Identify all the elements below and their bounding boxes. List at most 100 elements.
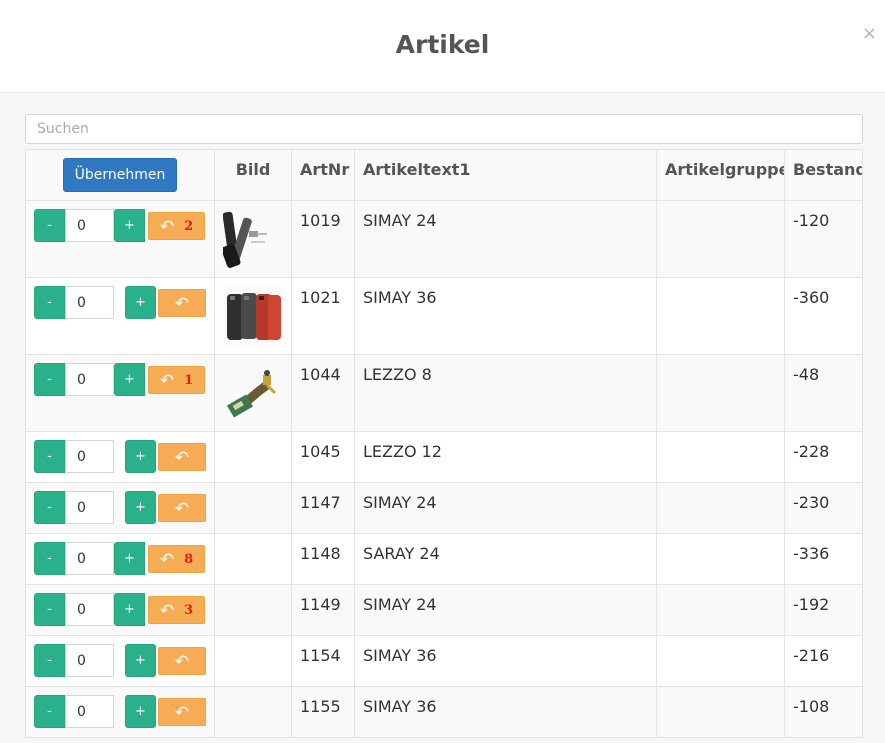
- column-header-artikeltext1[interactable]: Artikeltext1: [354, 149, 657, 201]
- product-image: [223, 363, 283, 423]
- artikeltext-cell: SIMAY 24: [354, 482, 657, 534]
- artikelgruppe-cell: [656, 354, 785, 432]
- artikeltext-cell: LEZZO 8: [354, 354, 657, 432]
- modal-title: Artikel: [395, 30, 490, 59]
- quantity-input[interactable]: [65, 209, 114, 242]
- bestand-cell: -120: [784, 200, 863, 278]
- increment-button[interactable]: +: [125, 286, 156, 319]
- bestand-cell: -48: [784, 354, 863, 432]
- quantity-input[interactable]: [65, 440, 114, 473]
- artikeltext-cell: LEZZO 12: [354, 431, 657, 483]
- table-row[interactable]: - +↶8 1148SARAY 24 -336: [25, 533, 863, 585]
- decrement-button[interactable]: -: [34, 286, 65, 319]
- increment-button[interactable]: +: [114, 593, 145, 626]
- return-count: 3: [184, 602, 194, 618]
- quantity-input[interactable]: [65, 363, 114, 396]
- artnr-cell: 1045: [291, 431, 355, 483]
- decrement-button[interactable]: -: [34, 644, 65, 677]
- artikeltext-cell: SIMAY 24: [354, 584, 657, 636]
- table-row[interactable]: -+↶2 1019SIMAY 24-120: [25, 200, 863, 278]
- bestand-cell: -192: [784, 584, 863, 636]
- quantity-input[interactable]: [65, 593, 114, 626]
- quantity-input[interactable]: [65, 286, 114, 319]
- table-header-row: Übernehmen Bild ArtNr Artikeltext1 Artik…: [25, 149, 863, 201]
- return-button[interactable]: ↶: [158, 647, 206, 675]
- quantity-controls-cell: - +↶1: [25, 354, 215, 432]
- image-cell: [214, 533, 292, 585]
- decrement-button[interactable]: -: [34, 593, 65, 626]
- artnr-cell: 1147: [291, 482, 355, 534]
- return-count: 2: [184, 218, 194, 234]
- return-button[interactable]: ↶ 3: [148, 596, 205, 624]
- artnr-cell: 1148: [291, 533, 355, 585]
- table-row[interactable]: - + ↶ 1045LEZZO 12 -228: [25, 431, 863, 483]
- artikelgruppe-cell: [656, 686, 785, 738]
- increment-button[interactable]: +: [125, 491, 156, 524]
- increment-button[interactable]: +: [125, 644, 156, 677]
- close-icon[interactable]: ×: [862, 24, 877, 44]
- artnr-cell: 1149: [291, 584, 355, 636]
- table-row[interactable]: -+↶1 1044LEZZO 8-48: [25, 354, 863, 432]
- return-button[interactable]: ↶ 2: [148, 212, 205, 240]
- artikeltext-cell: SIMAY 36: [354, 635, 657, 687]
- increment-button[interactable]: +: [114, 209, 145, 242]
- artikeltext-cell: SIMAY 24: [354, 200, 657, 278]
- table-row[interactable]: - + ↶ 1021SIMAY 36 -360: [25, 277, 863, 355]
- increment-button[interactable]: +: [114, 363, 145, 396]
- artikeltext-cell: SARAY 24: [354, 533, 657, 585]
- undo-icon: ↶: [159, 549, 175, 569]
- bestand-cell: -336: [784, 533, 863, 585]
- increment-button[interactable]: +: [125, 440, 156, 473]
- image-cell: [214, 584, 292, 636]
- quantity-input[interactable]: [65, 542, 114, 575]
- ubernehmen-button[interactable]: Übernehmen: [63, 158, 177, 192]
- decrement-button[interactable]: -: [34, 542, 65, 575]
- modal-body: Übernehmen Bild ArtNr Artikeltext1 Artik…: [0, 93, 885, 743]
- quantity-input[interactable]: [65, 491, 114, 524]
- undo-icon: ↶: [159, 216, 175, 236]
- quantity-input[interactable]: [65, 695, 114, 728]
- artikeltext-cell: SIMAY 36: [354, 686, 657, 738]
- undo-icon: ↶: [159, 600, 175, 620]
- decrement-button[interactable]: -: [34, 209, 65, 242]
- increment-button[interactable]: +: [125, 695, 156, 728]
- decrement-button[interactable]: -: [34, 491, 65, 524]
- column-header-bild[interactable]: Bild: [214, 149, 292, 201]
- product-image: [223, 286, 283, 346]
- table-row[interactable]: - + ↶ 1155SIMAY 36 -108: [25, 686, 863, 738]
- artikelgruppe-cell: [656, 431, 785, 483]
- column-header-artnr[interactable]: ArtNr: [291, 149, 355, 201]
- undo-icon: ↶: [174, 447, 190, 467]
- return-button[interactable]: ↶: [158, 494, 206, 522]
- artikelgruppe-cell: [656, 533, 785, 585]
- article-table: Übernehmen Bild ArtNr Artikeltext1 Artik…: [25, 149, 863, 738]
- product-image: [223, 209, 283, 269]
- quantity-input[interactable]: [65, 644, 114, 677]
- return-button[interactable]: ↶ 8: [148, 545, 205, 573]
- return-button[interactable]: ↶ 1: [148, 366, 205, 394]
- return-button[interactable]: ↶: [158, 698, 206, 726]
- table-row[interactable]: -+↶31149SIMAY 24-192: [25, 584, 863, 636]
- table-row[interactable]: - + ↶ 1154SIMAY 36 -216: [25, 635, 863, 687]
- artikelgruppe-cell: [656, 635, 785, 687]
- column-header-bestand[interactable]: Bestand: [784, 149, 863, 201]
- increment-button[interactable]: +: [114, 542, 145, 575]
- artikelgruppe-cell: [656, 482, 785, 534]
- return-button[interactable]: ↶: [158, 443, 206, 471]
- quantity-controls-cell: - +↶8: [25, 533, 215, 585]
- decrement-button[interactable]: -: [34, 440, 65, 473]
- undo-icon: ↶: [174, 651, 190, 671]
- table-row[interactable]: - + ↶ 1147SIMAY 24 -230: [25, 482, 863, 534]
- quantity-controls-cell: - + ↶: [25, 635, 215, 687]
- decrement-button[interactable]: -: [34, 363, 65, 396]
- quantity-controls-cell: - + ↶: [25, 431, 215, 483]
- decrement-button[interactable]: -: [34, 695, 65, 728]
- quantity-controls-cell: -+↶2: [25, 200, 215, 278]
- undo-icon: ↶: [159, 370, 175, 390]
- return-button[interactable]: ↶: [158, 289, 206, 317]
- quantity-controls-cell: - + ↶: [25, 482, 215, 534]
- search-input[interactable]: [25, 114, 863, 144]
- column-header-artikelgruppe[interactable]: Artikelgruppe: [656, 149, 785, 201]
- quantity-controls-cell: - + ↶: [25, 277, 215, 355]
- image-cell: [214, 686, 292, 738]
